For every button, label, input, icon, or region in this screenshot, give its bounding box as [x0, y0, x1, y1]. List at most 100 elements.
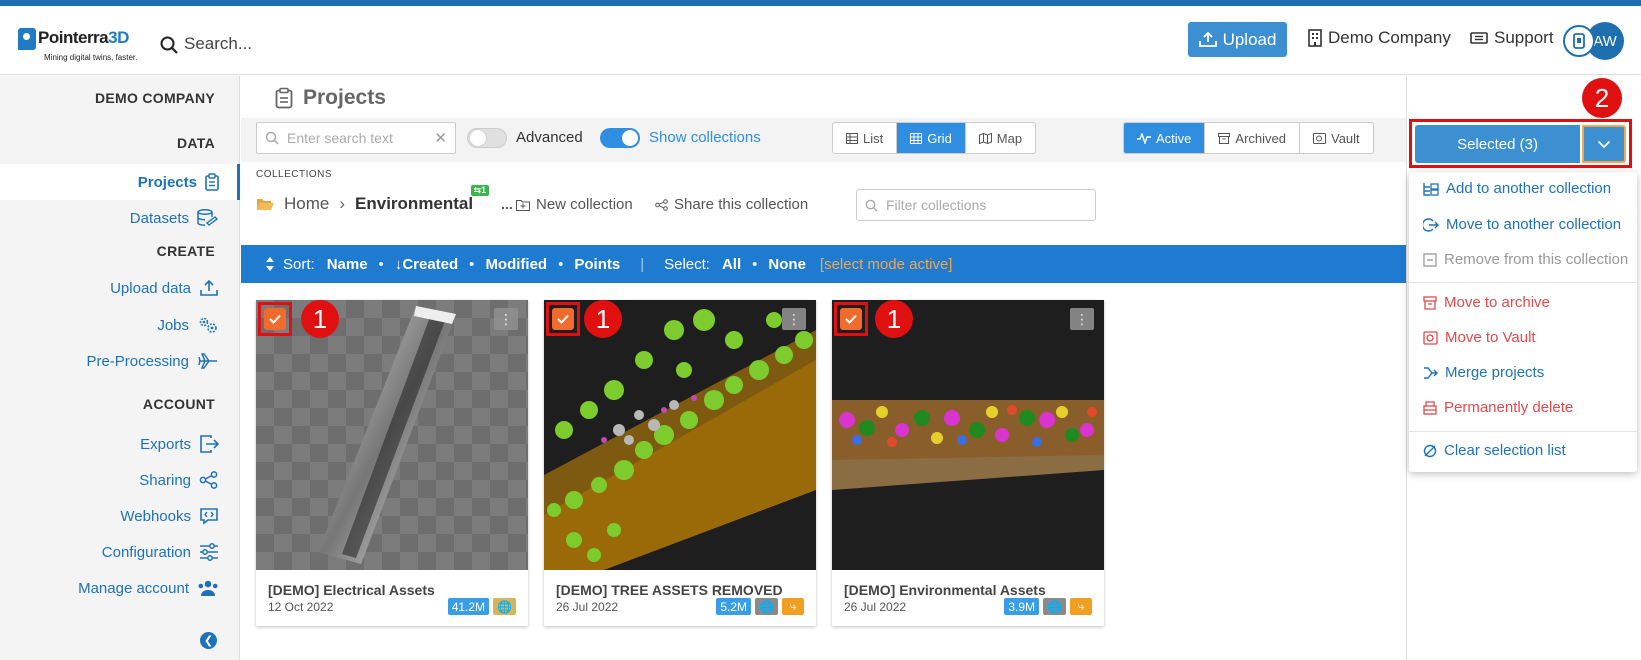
- collection-share-badge: ⇆1: [470, 185, 490, 196]
- menu-item-merge-projects[interactable]: Merge projects: [1423, 364, 1544, 381]
- project-search-input[interactable]: Enter search text ✕: [256, 122, 456, 154]
- menu-item-label: Permanently delete: [1444, 399, 1574, 416]
- selection-dropdown-button[interactable]: [1582, 125, 1626, 163]
- globe-icon: 🌐: [1043, 598, 1066, 615]
- project-name[interactable]: [DEMO] Electrical Assets: [268, 582, 435, 598]
- sort-points-option[interactable]: Points: [574, 256, 620, 273]
- sidebar-item-exports[interactable]: Exports: [140, 432, 219, 456]
- globe-icon: 🌐: [493, 598, 516, 615]
- state-vault-button[interactable]: Vault: [1300, 123, 1373, 153]
- view-grid-button[interactable]: Grid: [897, 123, 966, 153]
- brand-logo[interactable]: Pointerra3D Mining digital twins, faster…: [18, 26, 148, 62]
- sidebar-item-label: Manage account: [78, 579, 189, 597]
- support-link[interactable]: Support: [1470, 28, 1554, 48]
- filter-collections-input[interactable]: Filter collections: [856, 189, 1096, 221]
- page-title-text: Projects: [303, 86, 386, 109]
- new-collection-button[interactable]: New collection: [516, 196, 633, 213]
- callout-badge: 1: [301, 300, 339, 338]
- sidebar-item-projects[interactable]: Projects: [138, 170, 219, 194]
- menu-item-permanently-delete[interactable]: Permanently delete: [1423, 399, 1573, 416]
- company-label: Demo Company: [1328, 28, 1451, 47]
- pointcloud-image: [318, 306, 456, 564]
- view-grid-label: Grid: [927, 130, 952, 146]
- sidebar-item-datasets[interactable]: Datasets: [130, 206, 219, 230]
- advanced-toggle[interactable]: [467, 128, 507, 148]
- search-icon: [265, 131, 279, 145]
- card-select-checkbox[interactable]: [552, 308, 574, 330]
- sidebar-item-upload-data[interactable]: Upload data: [110, 276, 219, 300]
- menu-item-move-to-vault[interactable]: Move to Vault: [1423, 329, 1536, 346]
- project-card[interactable]: ⋮ 1 [DEMO] TREE ASSETS REMOVED 26 Jul 20…: [544, 300, 816, 626]
- project-card[interactable]: ⋮ 1 [DEMO] Electrical Assets 12 Oct 2022…: [256, 300, 528, 626]
- menu-item-label: Merge projects: [1445, 364, 1545, 381]
- menu-item-clear-selection[interactable]: Clear selection list: [1423, 442, 1566, 459]
- breadcrumb-home[interactable]: Home: [284, 194, 329, 214]
- menu-item-add-to-collection[interactable]: Add to another collection: [1423, 180, 1611, 197]
- card-menu-button[interactable]: ⋮: [782, 308, 806, 330]
- project-date: 26 Jul 2022: [556, 600, 619, 614]
- collection-more-button[interactable]: ...: [501, 196, 513, 212]
- plane-icon: [197, 352, 219, 370]
- id-badge-icon[interactable]: [1563, 25, 1595, 57]
- ticket-icon: [1470, 31, 1488, 45]
- check-icon: [845, 314, 857, 324]
- global-search[interactable]: Search...: [160, 34, 252, 54]
- chevron-right-icon: ›: [339, 194, 346, 213]
- clear-search-icon[interactable]: ✕: [434, 129, 447, 147]
- archive-icon: [1423, 295, 1437, 310]
- state-archived-button[interactable]: Archived: [1205, 123, 1300, 153]
- sort-name-option[interactable]: Name: [327, 256, 368, 273]
- menu-item-remove-from-collection[interactable]: Remove from this collection: [1423, 251, 1628, 268]
- separator-dot: •: [752, 255, 758, 273]
- card-select-checkbox[interactable]: [840, 308, 862, 330]
- sort-created-option[interactable]: ↓Created: [395, 256, 458, 273]
- sidebar-item-sharing[interactable]: Sharing: [139, 468, 219, 492]
- project-name[interactable]: [DEMO] Environmental Assets: [844, 582, 1046, 598]
- advanced-label: Advanced: [516, 129, 583, 146]
- sort-modified-option[interactable]: Modified: [485, 256, 547, 273]
- project-date: 12 Oct 2022: [268, 600, 334, 614]
- sidebar-item-label: Jobs: [157, 316, 189, 334]
- company-switcher[interactable]: Demo Company: [1308, 28, 1451, 48]
- selected-button[interactable]: Selected (3): [1415, 125, 1580, 163]
- pointerra-logo-icon: [18, 28, 36, 50]
- upload-icon: [1198, 31, 1217, 48]
- view-list-button[interactable]: List: [833, 123, 898, 153]
- separator-dot: •: [469, 255, 475, 273]
- chevron-down-icon: [1597, 140, 1611, 149]
- view-map-button[interactable]: Map: [966, 123, 1035, 153]
- sidebar-item-jobs[interactable]: Jobs: [157, 313, 219, 337]
- breadcrumb-current-label: Environmental: [355, 194, 474, 213]
- sidebar-heading-data: DATA: [176, 135, 215, 151]
- card-menu-button[interactable]: ⋮: [494, 308, 518, 330]
- users-icon: [197, 579, 219, 597]
- sidebar-item-label: Pre-Processing: [86, 352, 189, 370]
- menu-item-label: Clear selection list: [1444, 442, 1566, 459]
- state-active-button[interactable]: Active: [1124, 123, 1206, 153]
- select-mode-indicator: [select mode active]: [819, 255, 953, 273]
- clear-icon: [1423, 444, 1437, 458]
- view-list-label: List: [863, 130, 884, 146]
- share-collection-button[interactable]: Share this collection: [655, 196, 808, 213]
- pointcloud-image: [544, 309, 816, 570]
- sort-select-bar: Sort: Name • ↓Created • Modified • Point…: [241, 245, 1406, 283]
- datasets-icon: [197, 209, 219, 227]
- project-card[interactable]: ⋮ 1 [DEMO] Environmental Assets 26 Jul 2…: [832, 300, 1104, 626]
- sidebar-item-webhooks[interactable]: Webhooks: [120, 504, 219, 528]
- project-name[interactable]: [DEMO] TREE ASSETS REMOVED: [556, 582, 783, 598]
- upload-button[interactable]: Upload: [1188, 22, 1287, 57]
- menu-item-move-to-collection[interactable]: Move to another collection: [1423, 216, 1621, 233]
- sidebar-item-manage-account[interactable]: Manage account: [78, 576, 219, 600]
- menu-item-move-to-archive[interactable]: Move to archive: [1423, 294, 1550, 311]
- select-all-option[interactable]: All: [722, 256, 741, 273]
- card-select-checkbox[interactable]: [264, 308, 286, 330]
- search-icon: [865, 199, 878, 212]
- sidebar-collapse-icon[interactable]: ❮: [200, 632, 217, 649]
- sidebar-item-pre-processing[interactable]: Pre-Processing: [86, 349, 219, 373]
- select-none-option[interactable]: None: [768, 256, 806, 273]
- folder-open-icon: [256, 197, 274, 211]
- brand-name: Pointerra: [38, 28, 109, 47]
- sidebar-item-configuration[interactable]: Configuration: [102, 540, 219, 564]
- card-menu-button[interactable]: ⋮: [1070, 308, 1094, 330]
- show-collections-toggle[interactable]: [600, 128, 640, 148]
